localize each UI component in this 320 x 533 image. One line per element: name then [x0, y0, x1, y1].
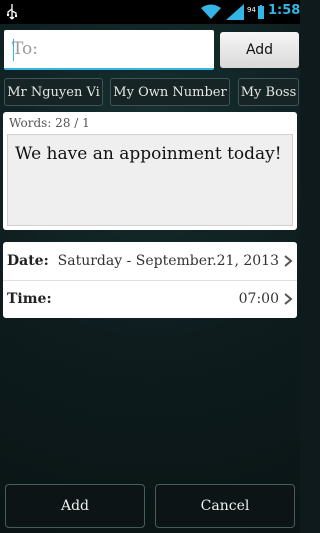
signal-icon	[226, 4, 244, 20]
clock: 1:58	[268, 3, 301, 18]
time-label: Time:	[7, 291, 52, 307]
schedule-card: Date: Saturday - September.21, 2013 Time…	[3, 242, 297, 318]
quick-contacts: Mr Nguyen Vi My Own Number My Boss	[0, 78, 300, 106]
usb-icon	[6, 4, 17, 20]
to-field[interactable]	[4, 30, 214, 70]
contact-chip[interactable]: Mr Nguyen Vi	[4, 78, 103, 106]
time-value: 07:00	[238, 291, 279, 307]
cancel-button[interactable]: Cancel	[155, 484, 295, 528]
to-input[interactable]	[4, 30, 214, 68]
text-caret	[13, 39, 14, 61]
wifi-icon	[201, 4, 221, 19]
date-label: Date:	[7, 253, 49, 269]
chevron-right-icon	[284, 255, 293, 267]
word-counter: Words: 28 / 1	[9, 116, 90, 130]
time-row[interactable]: Time: 07:00	[3, 280, 297, 318]
date-row[interactable]: Date: Saturday - September.21, 2013	[3, 242, 297, 281]
chevron-right-icon	[284, 293, 293, 305]
date-value: Saturday - September.21, 2013	[57, 253, 279, 269]
contact-chip[interactable]: My Own Number	[110, 78, 230, 106]
battery-level: 94	[247, 6, 256, 14]
add-recipient-button[interactable]: Add	[220, 32, 299, 68]
contact-chip[interactable]: My Boss	[238, 78, 299, 106]
message-panel: Words: 28 / 1 We have an appoinment toda…	[3, 112, 297, 230]
message-textarea[interactable]: We have an appoinment today!	[7, 134, 293, 226]
add-button[interactable]: Add	[5, 484, 145, 528]
status-bar: 94 1:58	[0, 0, 300, 24]
